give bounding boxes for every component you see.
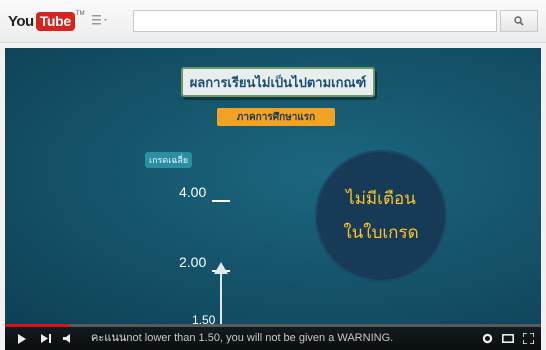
guide-button[interactable] <box>92 14 110 28</box>
volume-button[interactable] <box>59 327 77 350</box>
youtube-logo[interactable]: You Tube TM <box>8 11 85 31</box>
settings-icon <box>482 333 492 344</box>
play-button[interactable] <box>13 327 31 350</box>
search-button[interactable] <box>500 10 538 32</box>
caption-body: not lower than 1.50, you will not be giv… <box>126 332 394 344</box>
no-warning-circle: ไม่มีเตือน ในใบเกรด <box>315 150 447 282</box>
logo-tube-text: Tube <box>35 11 75 31</box>
player-controls: คะแนนnot lower than 1.50, you will not b… <box>5 327 541 350</box>
search-input[interactable] <box>133 10 497 32</box>
tick-label-2-00: 2.00 <box>179 254 207 270</box>
fullscreen-button[interactable] <box>519 327 537 350</box>
search-icon <box>514 16 524 26</box>
next-button[interactable] <box>37 327 55 350</box>
caption-text: คะแนนnot lower than 1.50, you will not b… <box>91 331 466 346</box>
logo-you-text: You <box>8 12 34 30</box>
guide-menu-icon <box>92 15 107 25</box>
volume-icon <box>62 334 70 343</box>
fullscreen-icon <box>522 333 534 344</box>
top-bar: You Tube TM <box>0 0 546 43</box>
play-icon <box>18 333 26 344</box>
miniplayer-button[interactable] <box>499 327 517 350</box>
next-icon <box>40 334 51 343</box>
circle-line-2: ในใบเกรด <box>343 223 419 243</box>
gpa-axis-label: เกรดเฉลี่ย <box>145 152 193 168</box>
video-player[interactable]: ผลการเรียนไม่เป็นไปตามเกณฑ์ ภาคการศึกษาแ… <box>5 48 541 350</box>
slide-subtitle: ภาคการศึกษาแรก <box>217 108 335 126</box>
slide-title: ผลการเรียนไม่เป็นไปตามเกณฑ์ <box>181 67 375 97</box>
miniplayer-icon <box>502 334 514 343</box>
tick-mark-4-00 <box>212 200 230 202</box>
logo-tm-text: TM <box>75 11 85 17</box>
circle-line-1: ไม่มีเตือน <box>346 189 416 209</box>
video-frame[interactable]: ผลการเรียนไม่เป็นไปตามเกณฑ์ ภาคการศึกษาแ… <box>5 48 541 327</box>
tick-label-4-00: 4.00 <box>179 184 207 200</box>
settings-button[interactable] <box>479 327 495 350</box>
arrow-shaft <box>220 272 222 324</box>
caption-prefix: คะแนน <box>91 332 127 344</box>
